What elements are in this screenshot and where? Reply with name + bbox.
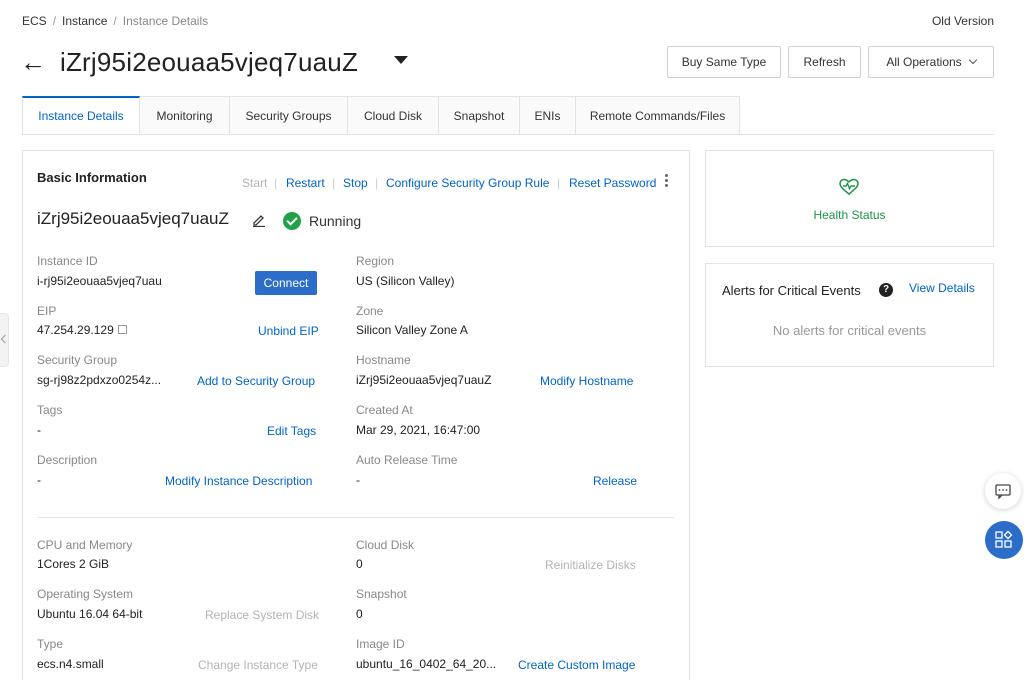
eip-row: 47.254.29.129 [37, 323, 127, 337]
running-status-icon [283, 212, 301, 230]
stop-link[interactable]: Stop [343, 176, 368, 190]
edit-tags-link[interactable]: Edit Tags [267, 424, 316, 438]
tab-divider [22, 134, 994, 135]
apps-button[interactable] [985, 521, 1023, 559]
zone-label: Zone [356, 304, 384, 318]
cpu-memory-label: CPU and Memory [37, 538, 133, 552]
breadcrumb-instance[interactable]: Instance [62, 14, 107, 28]
eip-label: EIP [37, 304, 57, 318]
critical-alerts-card [705, 263, 994, 367]
health-status-card[interactable] [705, 150, 994, 247]
action-separator: | [332, 176, 336, 190]
tab-instance-details[interactable]: Instance Details [22, 96, 140, 135]
type-value: ecs.n4.small [37, 657, 104, 671]
status-text: Running [309, 213, 362, 229]
section-divider [37, 517, 674, 518]
sidebar-expand-handle[interactable] [0, 313, 9, 367]
security-group-label: Security Group [37, 353, 118, 367]
region-value: US (Silicon Valley) [356, 274, 455, 288]
tab-snapshot[interactable]: Snapshot [439, 96, 520, 135]
create-custom-image-link[interactable]: Create Custom Image [518, 658, 635, 672]
instance-switch-caret-icon[interactable] [394, 56, 408, 64]
operating-system-value: Ubuntu 16.04 64-bit [37, 607, 143, 621]
chat-button[interactable] [985, 473, 1021, 509]
add-to-security-group-link[interactable]: Add to Security Group [197, 374, 315, 388]
tab-remote-commands[interactable]: Remote Commands/Files [576, 96, 740, 135]
auto-release-time-value: - [356, 473, 360, 487]
tab-security-groups[interactable]: Security Groups [230, 96, 348, 135]
description-label: Description [37, 453, 98, 467]
tab-cloud-disk[interactable]: Cloud Disk [348, 96, 439, 135]
region-label: Region [356, 254, 395, 268]
page-title: iZrj95i2eouaa5vjeq7uauZ [60, 47, 359, 77]
hostname-label: Hostname [356, 353, 411, 367]
restart-link[interactable]: Restart [286, 176, 325, 190]
all-operations-button[interactable]: All Operations [868, 46, 994, 78]
cloud-disk-label: Cloud Disk [356, 538, 415, 552]
buy-same-type-button[interactable]: Buy Same Type [667, 46, 781, 78]
instance-name: iZrj95i2eouaa5vjeq7uauZ [37, 209, 229, 228]
breadcrumb-separator: / [52, 14, 57, 28]
chevron-down-icon [968, 55, 977, 65]
old-version-link[interactable]: Old Version [932, 14, 994, 28]
unbind-eip-link[interactable]: Unbind EIP [258, 324, 319, 338]
snapshot-label: Snapshot [356, 587, 407, 601]
help-icon[interactable]: ? [879, 283, 893, 297]
breadcrumb-instance-details: Instance Details [122, 14, 209, 28]
more-actions-icon[interactable] [665, 174, 669, 189]
replace-system-disk-link[interactable]: Replace System Disk [205, 608, 319, 622]
refresh-button[interactable]: Refresh [788, 46, 861, 78]
action-separator: | [274, 176, 278, 190]
configure-security-group-rule-link[interactable]: Configure Security Group Rule [386, 176, 549, 190]
external-link-icon[interactable] [117, 325, 127, 334]
instance-id-label: Instance ID [37, 254, 98, 268]
eip-value: 47.254.29.129 [37, 323, 114, 337]
no-alerts-message: No alerts for critical events [772, 323, 927, 338]
instance-id-value: i-rj95i2eouaa5vjeq7uau [37, 274, 162, 288]
basic-information-heading: Basic Information [37, 170, 147, 185]
snapshot-value: 0 [356, 607, 363, 621]
change-instance-type-link[interactable]: Change Instance Type [198, 658, 318, 672]
auto-release-time-label: Auto Release Time [356, 453, 458, 467]
security-group-value[interactable]: sg-rj98z2pdxzo0254z... [37, 373, 161, 387]
tags-label: Tags [37, 403, 63, 417]
image-id-label: Image ID [356, 637, 405, 651]
breadcrumb-ecs[interactable]: ECS [22, 14, 47, 28]
action-separator: | [375, 176, 379, 190]
heartbeat-icon [838, 178, 860, 196]
cpu-memory-value: 1Cores 2 GiB [37, 557, 110, 571]
modify-hostname-link[interactable]: Modify Hostname [540, 374, 633, 388]
breadcrumb: ECS / Instance / Instance Details [22, 14, 208, 28]
tab-enis[interactable]: ENIs [520, 96, 576, 135]
start-action[interactable]: Start [242, 176, 267, 190]
type-label: Type [37, 637, 64, 651]
description-value: - [37, 473, 41, 487]
back-arrow-icon[interactable]: ← [20, 44, 46, 80]
modify-instance-description-link[interactable]: Modify Instance Description [165, 474, 312, 488]
image-id-value[interactable]: ubuntu_16_0402_64_20... [356, 657, 496, 671]
chat-icon [995, 484, 1011, 500]
zone-value: Silicon Valley Zone A [356, 323, 468, 337]
connect-button[interactable]: Connect [255, 271, 317, 295]
tab-bar: Instance Details Monitoring Security Gro… [22, 96, 740, 135]
release-link[interactable]: Release [593, 474, 637, 488]
breadcrumb-separator: / [113, 14, 117, 28]
cloud-disk-value: 0 [356, 557, 363, 571]
edit-name-icon[interactable] [252, 213, 266, 228]
created-at-label: Created At [356, 403, 413, 417]
hostname-value: iZrj95i2eouaa5vjeq7uauZ [356, 373, 492, 387]
operating-system-label: Operating System [37, 587, 134, 601]
reinitialize-disks-link[interactable]: Reinitialize Disks [545, 558, 636, 572]
start-label: Start [242, 176, 268, 190]
view-details-link[interactable]: View Details [909, 281, 975, 295]
tags-value: - [37, 423, 41, 437]
health-status-label: Health Status [813, 208, 886, 222]
apps-grid-icon [995, 530, 1013, 548]
reset-password-link[interactable]: Reset Password [569, 176, 656, 190]
action-separator: | [557, 176, 561, 190]
created-at-value: Mar 29, 2021, 16:47:00 [356, 423, 481, 437]
critical-alerts-title: Alerts for Critical Events [722, 283, 861, 298]
all-operations-label: All Operations [886, 55, 962, 69]
tab-monitoring[interactable]: Monitoring [140, 96, 230, 135]
